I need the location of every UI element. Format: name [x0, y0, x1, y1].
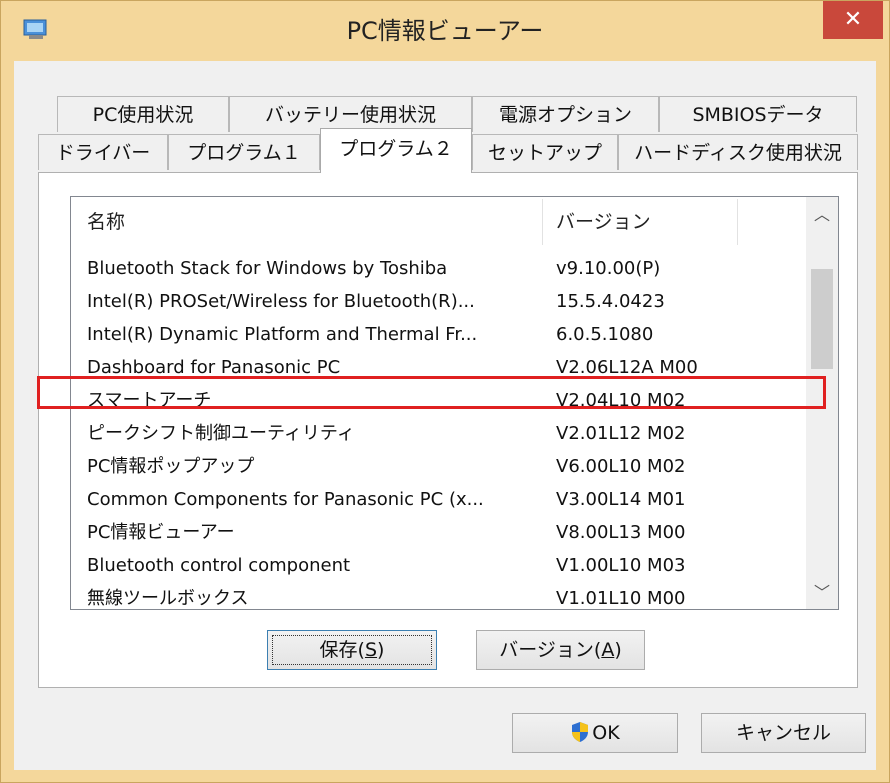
- item-version: V1.00L10 M03: [556, 555, 686, 576]
- item-version: V2.01L12 M02: [556, 423, 686, 444]
- item-name: Common Components for Panasonic PC (x...: [87, 489, 484, 510]
- version-button[interactable]: バージョン(A): [476, 630, 645, 670]
- tab-disk-usage[interactable]: ハードディスク使用状況: [618, 134, 858, 170]
- list-item[interactable]: Common Components for Panasonic PC (x...…: [71, 483, 806, 516]
- scroll-up-icon[interactable]: ︿: [806, 201, 838, 229]
- close-button[interactable]: ✕: [823, 1, 883, 39]
- uac-shield-icon: [572, 722, 589, 742]
- item-name: PC情報ビューアー: [87, 522, 235, 543]
- title-bar[interactable]: PC情報ビューアー ✕: [1, 1, 889, 61]
- list-item[interactable]: PC情報ポップアップ V6.00L10 M02: [71, 450, 806, 483]
- list-item[interactable]: ピークシフト制御ユーティリティ V2.01L12 M02: [71, 417, 806, 450]
- highlight-box: [37, 376, 826, 409]
- list-header: 名称 バージョン: [71, 197, 806, 247]
- ok-button[interactable]: OK: [512, 713, 678, 753]
- scroll-down-icon[interactable]: ﹀: [806, 579, 838, 607]
- item-name: 無線ツールボックス: [87, 588, 249, 609]
- list-item[interactable]: PC情報ビューアー V8.00L13 M00: [71, 516, 806, 549]
- list-item[interactable]: Intel(R) Dynamic Platform and Thermal Fr…: [71, 318, 806, 351]
- window: PC情報ビューアー ✕ PC使用状況 バッテリー使用状況 電源オプション SMB…: [0, 0, 890, 783]
- cancel-button[interactable]: キャンセル: [701, 713, 866, 753]
- column-divider[interactable]: [737, 199, 738, 245]
- scrollbar-thumb[interactable]: [811, 269, 833, 369]
- item-version: v9.10.00(P): [556, 258, 661, 279]
- list-item[interactable]: 無線ツールボックス V1.01L10 M00: [71, 582, 806, 609]
- tab-battery-usage[interactable]: バッテリー使用状況: [229, 96, 472, 132]
- window-title: PC情報ビューアー: [346, 17, 544, 45]
- item-version: V8.00L13 M00: [556, 522, 686, 543]
- tab-setup[interactable]: セットアップ: [472, 134, 618, 170]
- tab-smbios-data[interactable]: SMBIOSデータ: [659, 96, 857, 132]
- tab-program-1[interactable]: プログラム１: [168, 134, 320, 170]
- item-name: Intel(R) Dynamic Platform and Thermal Fr…: [87, 324, 478, 345]
- tab-program-2[interactable]: プログラム２: [320, 128, 472, 173]
- column-divider[interactable]: [542, 199, 543, 245]
- item-name: Bluetooth control component: [87, 555, 351, 576]
- tab-drivers[interactable]: ドライバー: [38, 134, 168, 170]
- tab-power-options[interactable]: 電源オプション: [472, 96, 659, 132]
- item-version: 6.0.5.1080: [556, 324, 654, 345]
- tab-pc-usage[interactable]: PC使用状況: [57, 96, 229, 132]
- list-item[interactable]: Bluetooth control component V1.00L10 M03: [71, 549, 806, 582]
- item-version: V3.00L14 M01: [556, 489, 686, 510]
- column-header-name[interactable]: 名称: [87, 197, 125, 247]
- list-item[interactable]: Intel(R) PROSet/Wireless for Bluetooth(R…: [71, 285, 806, 318]
- item-name: PC情報ポップアップ: [87, 456, 255, 477]
- column-header-version[interactable]: バージョン: [556, 197, 651, 247]
- close-icon: ✕: [843, 7, 863, 32]
- item-name: Bluetooth Stack for Windows by Toshiba: [87, 258, 448, 279]
- item-version: V1.01L10 M00: [556, 588, 686, 609]
- focus-rect: [272, 635, 432, 665]
- list-item[interactable]: Bluetooth Stack for Windows by Toshiba v9…: [71, 252, 806, 285]
- save-button[interactable]: 保存(S): [267, 630, 437, 670]
- item-version: V6.00L10 M02: [556, 456, 686, 477]
- item-name: ピークシフト制御ユーティリティ: [87, 423, 355, 444]
- item-version: 15.5.4.0423: [556, 291, 665, 312]
- item-name: Intel(R) PROSet/Wireless for Bluetooth(R…: [87, 291, 475, 312]
